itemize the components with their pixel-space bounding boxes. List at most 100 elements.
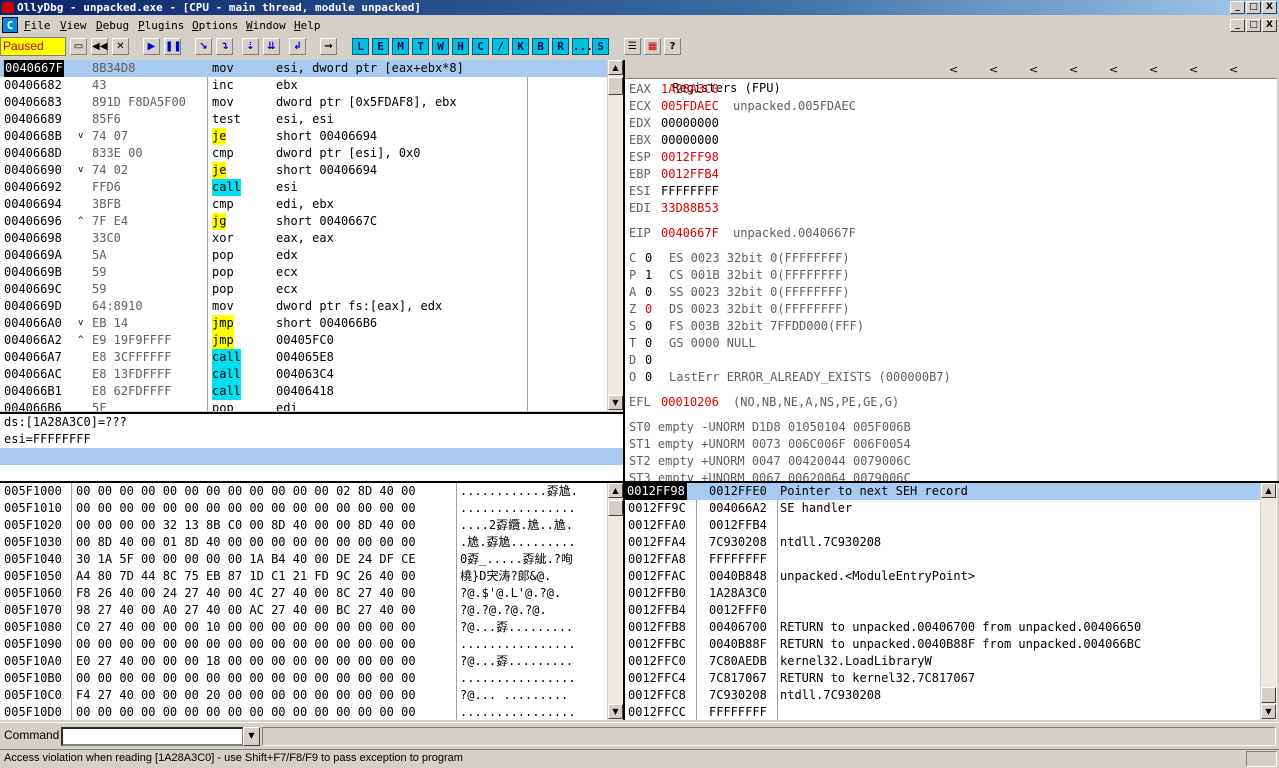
dump-row[interactable]: 005F1060 F8 26 40 00 24 27 40 00 4C 27 40… — [0, 585, 607, 602]
chevron-left-icon[interactable]: < — [949, 60, 958, 79]
run-icon[interactable]: ▶ — [143, 38, 160, 55]
dump-row[interactable]: 005F10C0 F4 27 40 00 00 00 20 00 00 00 00… — [0, 687, 607, 704]
cpu-window-icon[interactable]: C — [2, 17, 18, 33]
run-trace-button[interactable]: ... — [572, 38, 593, 55]
disasm-row[interactable]: 004066A0 v EB 14 jmp short 004066B6 — [0, 315, 607, 332]
scroll-up-icon[interactable]: ▲ — [608, 483, 623, 498]
disasm-row[interactable]: 004066B1 E8 62FDFFFF call 00406418 — [0, 383, 607, 400]
grid-icon[interactable]: ▦ — [644, 38, 661, 55]
disasm-row[interactable]: 00406689 85F6 test esi, esi — [0, 111, 607, 128]
dump-row[interactable]: 005F10D0 00 00 00 00 00 00 00 00 00 00 00… — [0, 704, 607, 720]
trace-over-icon[interactable]: ⇊ — [263, 38, 280, 55]
stack-row[interactable]: 0012FF9C 004066A2 SE handler — [625, 500, 1260, 517]
scroll-thumb[interactable] — [608, 77, 623, 95]
stack-row[interactable]: 0012FFC8 7C930208 ntdll.7C930208 — [625, 687, 1260, 704]
stack-row[interactable]: 0012FF98 0012FFE0 Pointer to next SEH reco… — [625, 483, 1260, 500]
disasm-row[interactable]: 004066B6 5F pop edi — [0, 400, 607, 411]
scroll-down-icon[interactable]: ▼ — [1261, 704, 1276, 719]
flag-row[interactable]: O 0 LastErr ERROR_ALREADY_EXISTS (000000B7… — [625, 369, 1277, 386]
stack-row[interactable]: 0012FFA4 7C930208 ntdll.7C930208 — [625, 534, 1260, 551]
disasm-scrollbar[interactable]: ▲ ▼ — [607, 60, 623, 411]
step-over-icon[interactable]: ↴ — [216, 38, 233, 55]
stack-scrollbar[interactable]: ▲ ▼ — [1260, 483, 1276, 720]
disasm-row[interactable]: 0040668D 833E 00 cmp dword ptr [esi], 0x0 — [0, 145, 607, 162]
flag-row[interactable]: T 0 GS 0000 NULL — [625, 335, 1277, 352]
close-icon[interactable]: ✕ — [112, 38, 129, 55]
mdi-restore-button[interactable]: □ — [1246, 19, 1261, 32]
dump-row[interactable]: 005F10A0 E0 27 40 00 00 00 18 00 00 00 00… — [0, 653, 607, 670]
menu-help[interactable]: Help — [294, 16, 321, 35]
dump-row[interactable]: 005F1040 30 1A 5F 00 00 00 00 00 1A B4 40… — [0, 551, 607, 568]
stack-row[interactable]: 0012FFBC 0040B88F RETURN to unpacked.0040B… — [625, 636, 1260, 653]
horizontal-splitter[interactable] — [0, 481, 1279, 483]
list-icon[interactable]: ☰ — [624, 38, 641, 55]
vertical-splitter[interactable] — [623, 60, 625, 720]
stack-row[interactable]: 0012FFA0 0012FFB4 — [625, 517, 1260, 534]
disasm-row[interactable]: 0040669B 59 pop ecx — [0, 264, 607, 281]
register-row[interactable]: ESI FFFFFFFF — [625, 183, 1277, 200]
threads-window-button[interactable]: T — [412, 38, 429, 55]
registers-pane[interactable]: Registers (FPU) < < < < < < < < EAX 1A28A… — [625, 60, 1277, 481]
chevron-left-icon[interactable]: < — [1149, 60, 1158, 79]
scroll-thumb[interactable] — [1261, 687, 1276, 703]
command-dropdown-icon[interactable]: ▼ — [243, 727, 260, 746]
disassembly-pane[interactable]: 0040667F 8B34D8 mov esi, dword ptr [eax+ebx… — [0, 60, 623, 411]
disasm-row[interactable]: 00406683 891D F8DA5F00 mov dword ptr [0x5FD… — [0, 94, 607, 111]
command-input[interactable] — [61, 727, 244, 746]
flag-row[interactable]: A 0 SS 0023 32bit 0(FFFFFFFF) — [625, 284, 1277, 301]
chevron-left-icon[interactable]: < — [1069, 60, 1078, 79]
disasm-row[interactable]: 00406682 43 inc ebx — [0, 77, 607, 94]
memory-window-button[interactable]: M — [392, 38, 409, 55]
maximize-button[interactable]: □ — [1246, 1, 1261, 14]
register-row[interactable]: ESP 0012FF98 — [625, 149, 1277, 166]
register-row[interactable]: EDX 00000000 — [625, 115, 1277, 132]
register-row[interactable]: EBX 00000000 — [625, 132, 1277, 149]
disasm-row[interactable]: 00406690 v 74 02 je short 00406694 — [0, 162, 607, 179]
stack-row[interactable]: 0012FFC0 7C80AEDB kernel32.LoadLibraryW — [625, 653, 1260, 670]
mdi-close-button[interactable]: X — [1262, 19, 1277, 32]
pause-icon[interactable]: ❚❚ — [164, 38, 182, 55]
source-button[interactable]: S — [592, 38, 609, 55]
dump-scrollbar[interactable]: ▲ ▼ — [607, 483, 623, 720]
dump-row[interactable]: 005F10B0 00 00 00 00 00 00 00 00 00 00 00… — [0, 670, 607, 687]
chevron-left-icon[interactable]: < — [1109, 60, 1118, 79]
execute-till-return-icon[interactable]: ↲ — [289, 38, 306, 55]
scroll-up-icon[interactable]: ▲ — [608, 60, 623, 75]
stack-row[interactable]: 0012FFA8 FFFFFFFF — [625, 551, 1260, 568]
dump-pane[interactable]: 005F1000 00 00 00 00 00 00 00 00 00 00 00… — [0, 483, 623, 720]
flag-row[interactable]: D0 — [625, 352, 1277, 369]
disasm-row[interactable]: 00406698 33C0 xor eax, eax — [0, 230, 607, 247]
flag-row[interactable]: Z 0 DS 0023 32bit 0(FFFFFFFF) — [625, 301, 1277, 318]
rewind-icon[interactable]: ◀◀ — [91, 38, 108, 55]
stack-pane[interactable]: 0012FF98 0012FFE0 Pointer to next SEH reco… — [625, 483, 1277, 720]
disasm-row[interactable]: 00406694 3BFB cmp edi, ebx — [0, 196, 607, 213]
fpu-row[interactable]: ST3 empty +UNORM 0067 00620064 0079006C — [625, 470, 1277, 481]
menu-file[interactable]: File — [24, 16, 51, 35]
call-stack-button[interactable]: K — [512, 38, 529, 55]
disasm-row[interactable]: 0040667F 8B34D8 mov esi, dword ptr [eax+ebx… — [0, 60, 607, 77]
chevron-left-icon[interactable]: < — [1029, 60, 1038, 79]
menu-window[interactable]: Window — [246, 16, 286, 35]
register-row[interactable]: ECX 005FDAEC unpacked.005FDAEC — [625, 98, 1277, 115]
minimize-button[interactable]: _ — [1230, 1, 1245, 14]
disasm-row[interactable]: 0040668B v 74 07 je short 00406694 — [0, 128, 607, 145]
scroll-down-icon[interactable]: ▼ — [608, 395, 623, 410]
disasm-row[interactable]: 0040669A 5A pop edx — [0, 247, 607, 264]
handles-window-button[interactable]: H — [452, 38, 469, 55]
chevron-left-icon[interactable]: < — [1189, 60, 1198, 79]
patches-window-button[interactable]: / — [492, 38, 509, 55]
flag-row[interactable]: P 1 CS 001B 32bit 0(FFFFFFFF) — [625, 267, 1277, 284]
flag-row[interactable]: C 0 ES 0023 32bit 0(FFFFFFFF) — [625, 250, 1277, 267]
disasm-row[interactable]: 00406692 FFD6 call esi — [0, 179, 607, 196]
dump-row[interactable]: 005F1000 00 00 00 00 00 00 00 00 00 00 00… — [0, 483, 607, 500]
open-icon[interactable]: ▭ — [70, 38, 87, 55]
register-row[interactable]: EAX 1A28A3C0 — [625, 81, 1277, 98]
stack-row[interactable]: 0012FFB0 1A28A3C0 — [625, 585, 1260, 602]
stack-row[interactable]: 0012FFCC FFFFFFFF — [625, 704, 1260, 720]
dump-row[interactable]: 005F1090 00 00 00 00 00 00 00 00 00 00 00… — [0, 636, 607, 653]
fpu-row[interactable]: ST2 empty +UNORM 0047 00420044 0079006C — [625, 453, 1277, 470]
flag-row[interactable]: S 0 FS 003B 32bit 7FFDD000(FFF) — [625, 318, 1277, 335]
chevron-left-icon[interactable]: < — [989, 60, 998, 79]
breakpoints-button[interactable]: B — [532, 38, 549, 55]
dump-row[interactable]: 005F1050 A4 80 7D 44 8C 75 EB 87 1D C1 21… — [0, 568, 607, 585]
